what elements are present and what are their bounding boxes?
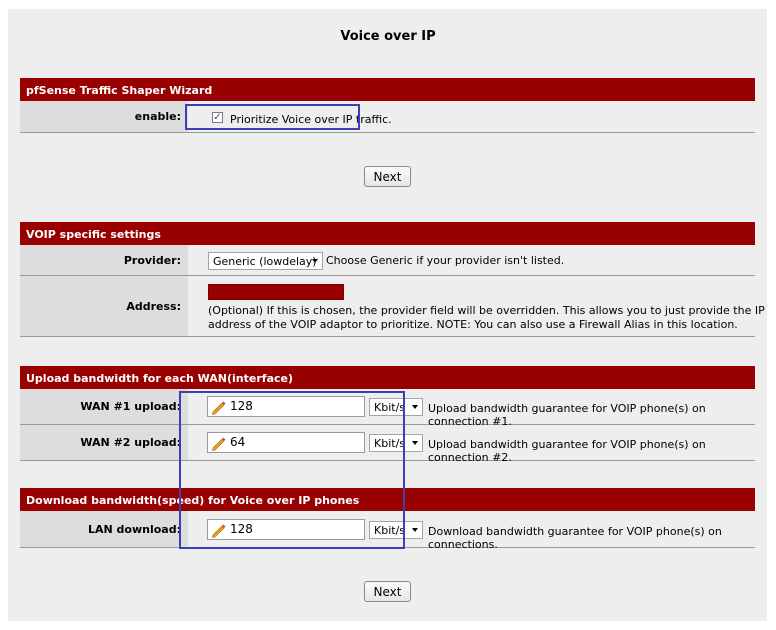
chevron-down-icon [312,259,318,263]
next-button-top[interactable]: Next [364,166,411,187]
provider-row: Provider: Generic (lowdelay) Choose Gene… [20,245,755,276]
lan-note: Download bandwidth guarantee for VOIP ph… [428,525,722,551]
page-title: Voice over IP [340,29,436,44]
provider-note: Choose Generic if your provider isn't li… [326,254,565,267]
voip-section-header: VOIP specific settings [20,222,755,245]
provider-select[interactable]: Generic (lowdelay) [208,252,323,270]
address-label: Address: [20,276,181,336]
lan-label: LAN download: [20,511,181,547]
chevron-down-icon [412,441,418,445]
enable-highlight-box [185,104,360,130]
upload-section-header: Upload bandwidth for each WAN(interface) [20,366,755,389]
address-input[interactable] [208,284,344,300]
provider-label: Provider: [20,245,181,275]
wan2-label: WAN #2 upload: [20,425,181,460]
wizard-section-header: pfSense Traffic Shaper Wizard [20,78,755,101]
wan1-label: WAN #1 upload: [20,389,181,424]
chevron-down-icon [412,528,418,532]
bandwidth-highlight-box [179,391,405,549]
enable-row: enable: ✓ Prioritize Voice over IP traff… [20,101,755,133]
chevron-down-icon [412,405,418,409]
enable-label: enable: [20,101,181,132]
address-note: (Optional) If this is chosen, the provid… [208,304,765,331]
wan2-note: Upload bandwidth guarantee for VOIP phon… [428,438,706,464]
address-row: Address: (Optional) If this is chosen, t… [20,276,765,337]
next-button-bottom[interactable]: Next [364,581,411,602]
